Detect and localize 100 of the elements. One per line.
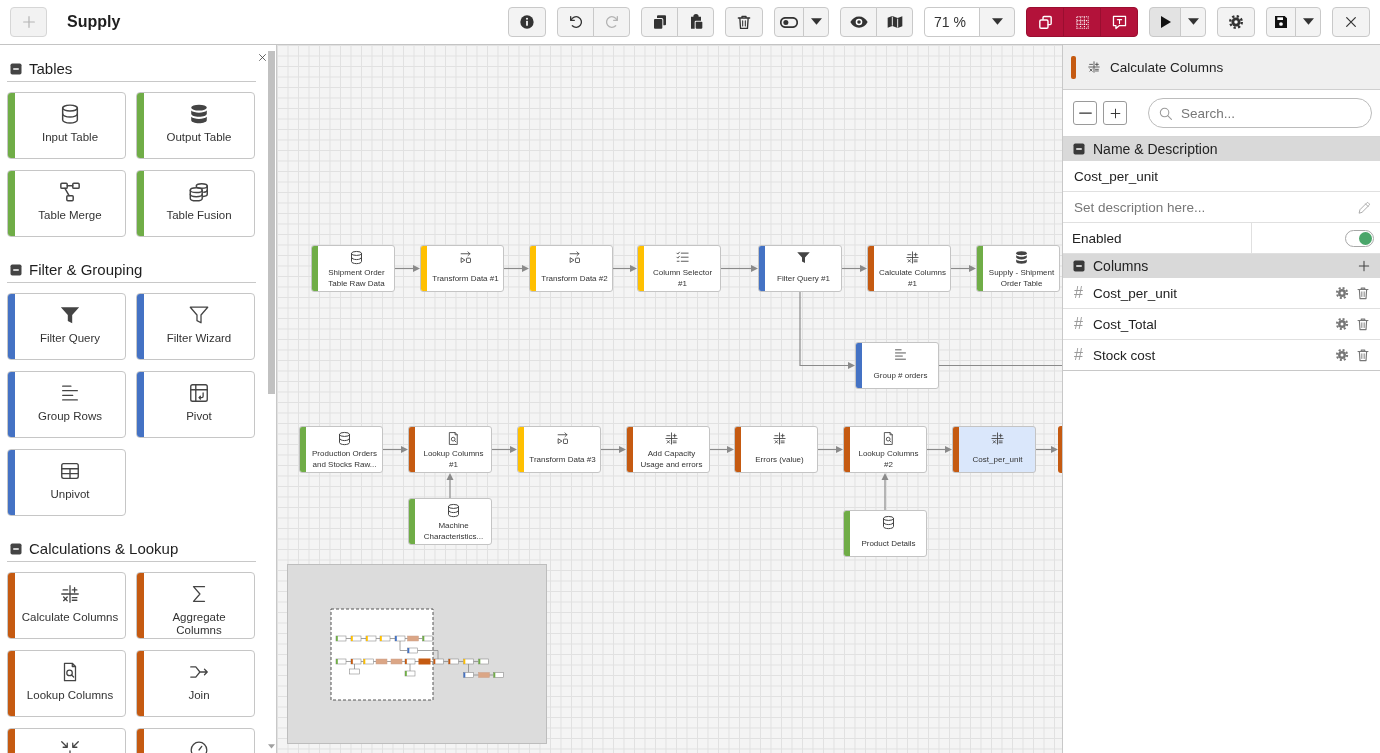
flow-node[interactable]: Lookup Columns #1 bbox=[408, 426, 492, 473]
minus-square-icon[interactable] bbox=[1073, 260, 1085, 272]
trash-icon[interactable] bbox=[1356, 348, 1370, 362]
section-title: Tables bbox=[29, 60, 73, 77]
flow-node[interactable]: Cost_per_unit bbox=[952, 426, 1036, 473]
connector-arrow bbox=[926, 446, 952, 453]
flow-node[interactable]: Production Orders and Stocks Raw... bbox=[299, 426, 383, 473]
minus-square-icon[interactable] bbox=[10, 542, 22, 555]
database-icon bbox=[349, 250, 364, 265]
copy-button[interactable] bbox=[641, 7, 678, 37]
database-icon bbox=[59, 103, 81, 125]
trash-icon[interactable] bbox=[1356, 286, 1370, 300]
toggle-switch[interactable] bbox=[1345, 229, 1374, 247]
palette-item[interactable]: Pivot bbox=[136, 371, 255, 438]
scrollbar-thumb[interactable] bbox=[268, 51, 275, 394]
connector-arrow bbox=[720, 265, 758, 272]
flow-node[interactable]: Transform Data #2 bbox=[529, 245, 613, 292]
eye-icon bbox=[849, 16, 868, 28]
flow-node[interactable]: Column Selector #1 bbox=[637, 245, 721, 292]
math-operators-icon bbox=[59, 583, 81, 605]
dropdown-button[interactable] bbox=[1295, 7, 1321, 37]
flow-node[interactable]: Shipment Order Table Raw Data bbox=[311, 245, 395, 292]
flow-node[interactable]: Lookup Columns #2 bbox=[843, 426, 927, 473]
info-icon bbox=[519, 14, 535, 30]
paste-button[interactable] bbox=[677, 7, 714, 37]
collapse-all-button[interactable] bbox=[1073, 101, 1097, 125]
view-button[interactable] bbox=[840, 7, 877, 37]
description-field[interactable]: Set description here... bbox=[1063, 192, 1380, 223]
flow-node[interactable]: Machine Characteristics... bbox=[408, 498, 492, 545]
dropdown-button[interactable] bbox=[1180, 7, 1206, 37]
palette-item[interactable]: Output Table bbox=[136, 92, 255, 159]
dropdown-button[interactable] bbox=[803, 7, 829, 37]
database-icon bbox=[188, 103, 210, 125]
palette-item[interactable]: Join bbox=[136, 650, 255, 717]
table-arrow-icon bbox=[188, 382, 210, 404]
pencil-icon bbox=[1357, 199, 1372, 215]
info-button[interactable] bbox=[508, 7, 546, 37]
number-type-symbol: # bbox=[1074, 315, 1084, 333]
palette-item[interactable]: Filter Wizard bbox=[136, 293, 255, 360]
caret-down-icon bbox=[810, 18, 822, 26]
expand-all-button[interactable] bbox=[1103, 101, 1127, 125]
name-field[interactable]: Cost_per_unit bbox=[1063, 161, 1380, 192]
run-button[interactable] bbox=[1149, 7, 1181, 37]
settings-icon[interactable] bbox=[1335, 286, 1349, 300]
panel-title: Calculate Columns bbox=[1110, 59, 1224, 75]
flow-node[interactable]: Calculate Columns #1 bbox=[867, 245, 951, 292]
grid-button[interactable] bbox=[1063, 7, 1101, 37]
palette-item[interactable]: Filter Query bbox=[7, 293, 126, 360]
section-title: Calculations & Lookup bbox=[29, 540, 179, 557]
flow-node[interactable]: Transform Data #3 bbox=[517, 426, 601, 473]
connected-boxes-icon bbox=[59, 181, 81, 203]
math-operators-icon bbox=[1087, 60, 1101, 74]
palette-item[interactable]: Unpivot bbox=[7, 449, 126, 516]
field-label: Enabled bbox=[1072, 230, 1122, 246]
palette-item[interactable]: Table Fusion bbox=[136, 170, 255, 237]
math-operators-icon bbox=[905, 250, 920, 265]
flow-node[interactable]: Group # orders bbox=[855, 342, 939, 389]
undo-button[interactable] bbox=[557, 7, 594, 37]
delete-button[interactable] bbox=[725, 7, 763, 37]
toggle-button[interactable] bbox=[774, 7, 804, 37]
palette-item[interactable]: Group Rows bbox=[7, 371, 126, 438]
flow-node[interactable]: Supply - Shipment Order Table bbox=[976, 245, 1060, 292]
save-button[interactable] bbox=[1266, 7, 1296, 37]
palette-item[interactable]: Lookup Columns bbox=[7, 650, 126, 717]
connector-arrow bbox=[817, 446, 843, 453]
close-button[interactable] bbox=[257, 52, 268, 63]
minus-square-icon[interactable] bbox=[10, 62, 22, 75]
table-icon bbox=[59, 460, 81, 482]
flow-node[interactable]: Product Details bbox=[843, 510, 927, 557]
connector-arrow bbox=[503, 265, 529, 272]
trash-icon[interactable] bbox=[1356, 317, 1370, 331]
minus-square-icon[interactable] bbox=[1073, 143, 1085, 155]
windows-button[interactable] bbox=[1026, 7, 1064, 37]
comment-button[interactable] bbox=[1100, 7, 1138, 37]
math-operators-icon bbox=[990, 431, 1005, 446]
lines-icon bbox=[893, 347, 908, 362]
minus-square-icon[interactable] bbox=[10, 263, 22, 276]
settings-button[interactable] bbox=[1217, 7, 1255, 37]
palette-item[interactable]: Calculate Columns bbox=[7, 572, 126, 639]
math-operators-icon bbox=[664, 431, 679, 446]
toggle-icon bbox=[780, 16, 798, 28]
speech-bubble-icon bbox=[1110, 13, 1128, 31]
flow-node[interactable]: Errors (value) bbox=[734, 426, 818, 473]
flow-node[interactable]: Transform Data #1 bbox=[420, 245, 504, 292]
settings-icon[interactable] bbox=[1335, 317, 1349, 331]
arrow-shapes-icon bbox=[458, 250, 473, 265]
flow-node[interactable]: Add Capacity Usage and errors bbox=[626, 426, 710, 473]
flow-node[interactable]: Filter Query #1 bbox=[758, 245, 842, 292]
close-icon bbox=[257, 52, 268, 63]
caret-down-icon[interactable] bbox=[268, 744, 275, 749]
palette-item[interactable]: Table Merge bbox=[7, 170, 126, 237]
palette-item[interactable]: Aggregate Columns bbox=[136, 572, 255, 639]
palette-item[interactable]: Input Table bbox=[7, 92, 126, 159]
plus-icon[interactable] bbox=[1357, 259, 1371, 273]
settings-icon[interactable] bbox=[1335, 348, 1349, 362]
zoom-field[interactable]: 71 % bbox=[924, 7, 980, 37]
map-icon bbox=[886, 14, 903, 30]
map-button[interactable] bbox=[876, 7, 913, 37]
dropdown-button[interactable] bbox=[979, 7, 1015, 37]
flow-node[interactable] bbox=[1058, 426, 1062, 473]
